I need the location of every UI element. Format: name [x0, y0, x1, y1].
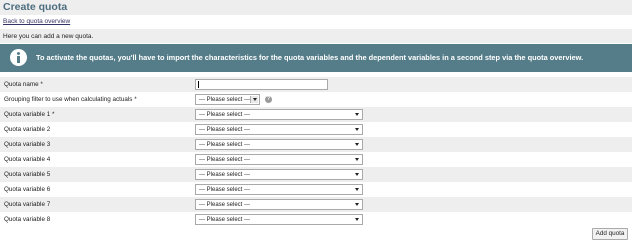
select-value: --- Please select --- — [199, 157, 251, 163]
chevron-down-icon — [353, 111, 361, 118]
form-row-quota-name: Quota name * — [0, 77, 632, 92]
select-value: --- Please select --- — [199, 127, 251, 133]
quota-variable-label: Quota variable 5 — [4, 171, 51, 178]
quota-variable-3-select[interactable]: --- Please select --- — [195, 139, 363, 150]
form-footer: Add quota — [0, 228, 632, 241]
chevron-down-icon — [353, 216, 361, 223]
form-row-quota-variable-6: Quota variable 6 --- Please select --- — [0, 182, 632, 197]
info-box: To activate the quotas, you'll have to i… — [0, 44, 632, 72]
form-row-quota-variable-1: Quota variable 1 * --- Please select --- — [0, 107, 632, 122]
select-value: --- Please select --- — [199, 172, 251, 178]
page-title: Create quota — [3, 1, 68, 13]
chevron-down-icon — [353, 171, 361, 178]
quota-form: Quota name * Grouping filter to use when… — [0, 77, 632, 227]
help-icon[interactable]: ? — [265, 96, 272, 103]
create-quota-page: Create quota Back to quota overview Here… — [0, 0, 632, 241]
select-value: --- Please select --- — [199, 202, 251, 208]
quota-variable-label: Quota variable 7 — [4, 201, 51, 208]
grouping-filter-value: --- Please select --- — [199, 97, 251, 103]
quota-variable-label: Quota variable 6 — [4, 186, 51, 193]
intro-text: Here you can add a new quota. — [3, 33, 94, 40]
quota-variable-7-select[interactable]: --- Please select --- — [195, 199, 363, 210]
form-row-quota-variable-3: Quota variable 3 --- Please select --- — [0, 137, 632, 152]
quota-variable-label: Quota variable 2 — [4, 126, 51, 133]
quota-variable-label: Quota variable 3 — [4, 141, 51, 148]
form-row-quota-variable-2: Quota variable 2 --- Please select --- — [0, 122, 632, 137]
grouping-filter-label: Grouping filter to use when calculating … — [4, 96, 137, 103]
form-row-quota-variable-4: Quota variable 4 --- Please select --- — [0, 152, 632, 167]
info-icon — [10, 49, 27, 66]
quota-variable-8-select[interactable]: --- Please select --- — [195, 214, 363, 225]
chevron-down-icon — [353, 201, 361, 208]
quota-variable-1-select[interactable]: --- Please select --- — [195, 109, 363, 120]
quota-variable-2-select[interactable]: --- Please select --- — [195, 124, 363, 135]
select-value: --- Please select --- — [199, 187, 251, 193]
quota-variable-6-select[interactable]: --- Please select --- — [195, 184, 363, 195]
text-caret — [198, 81, 199, 88]
quota-name-input[interactable] — [195, 79, 328, 90]
back-to-overview-link[interactable]: Back to quota overview — [3, 17, 70, 26]
add-quota-button[interactable]: Add quota — [592, 228, 628, 240]
chevron-down-icon — [250, 96, 258, 103]
form-row-quota-variable-8: Quota variable 8 --- Please select --- — [0, 212, 632, 227]
form-row-quota-variable-7: Quota variable 7 --- Please select --- — [0, 197, 632, 212]
grouping-filter-select[interactable]: --- Please select --- — [195, 94, 260, 105]
chevron-down-icon — [353, 126, 361, 133]
select-value: --- Please select --- — [199, 217, 251, 223]
select-value: --- Please select --- — [199, 142, 251, 148]
quota-variable-5-select[interactable]: --- Please select --- — [195, 169, 363, 180]
chevron-down-icon — [353, 186, 361, 193]
title-bar: Create quota — [0, 0, 632, 15]
quota-variable-4-select[interactable]: --- Please select --- — [195, 154, 363, 165]
quota-name-label: Quota name * — [4, 81, 43, 88]
form-row-grouping-filter: Grouping filter to use when calculating … — [0, 92, 632, 107]
select-value: --- Please select --- — [199, 112, 251, 118]
quota-variable-label: Quota variable 4 — [4, 156, 51, 163]
intro-row: Here you can add a new quota. — [0, 29, 632, 43]
quota-variable-label: Quota variable 8 — [4, 216, 51, 223]
quota-variable-label: Quota variable 1 * — [4, 111, 55, 118]
form-row-quota-variable-5: Quota variable 5 --- Please select --- — [0, 167, 632, 182]
chevron-down-icon — [353, 141, 361, 148]
info-text: To activate the quotas, you'll have to i… — [36, 53, 584, 62]
chevron-down-icon — [353, 156, 361, 163]
